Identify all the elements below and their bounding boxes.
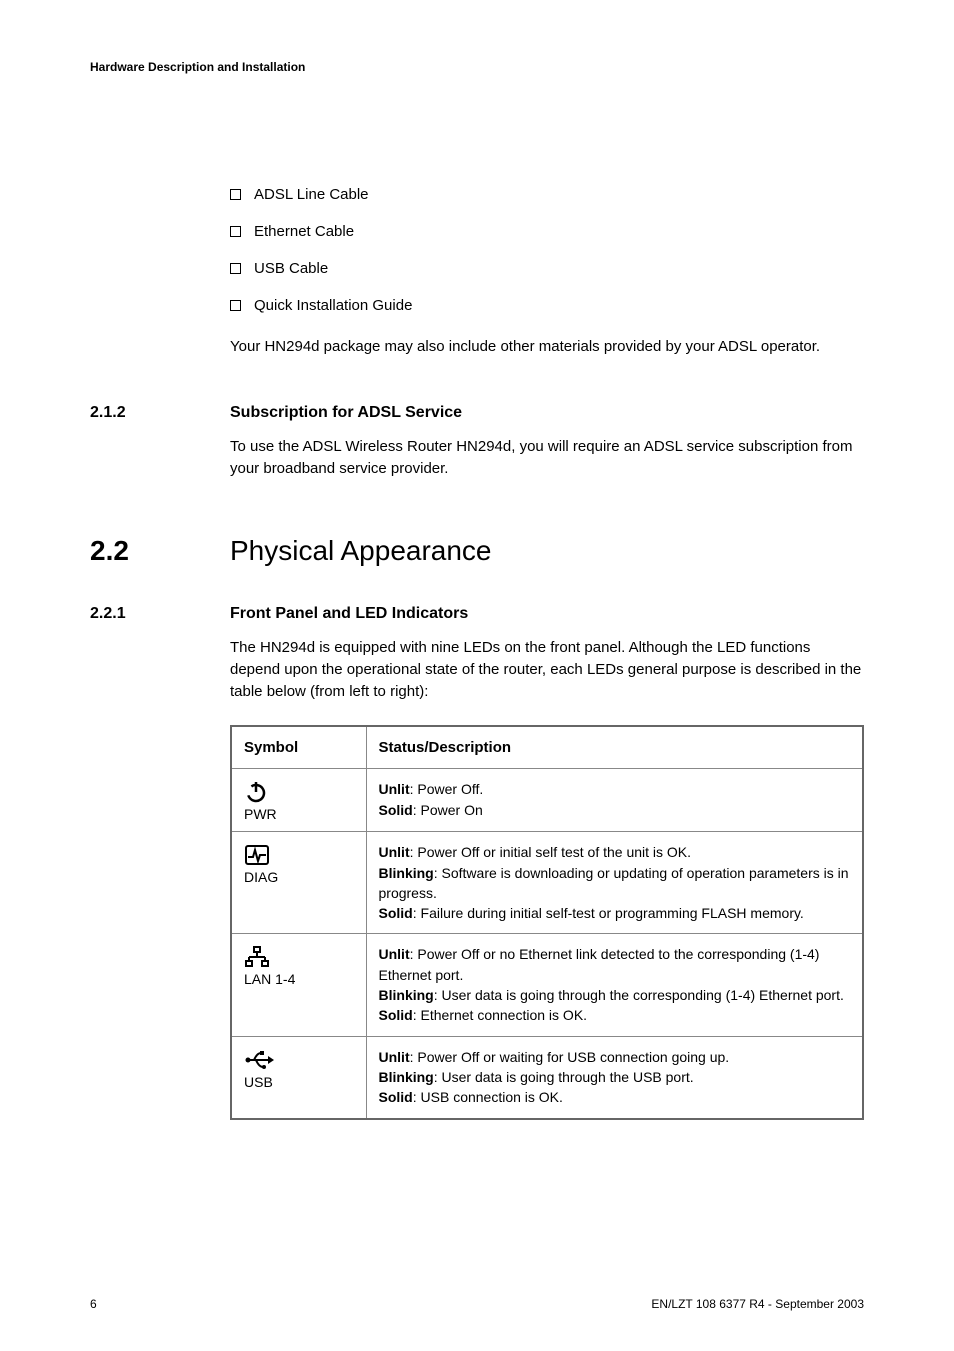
- section-number: 2.1.2: [90, 404, 230, 422]
- section-title: Subscription for ADSL Service: [230, 404, 462, 422]
- bullet-item: Quick Installation Guide: [230, 295, 864, 316]
- table-row: USB Unlit: Power Off or waiting for USB …: [231, 1036, 863, 1118]
- lan-icon: [244, 944, 270, 970]
- bullet-item: ADSL Line Cable: [230, 184, 864, 205]
- bullet-item: USB Cable: [230, 258, 864, 279]
- bullet-item: Ethernet Cable: [230, 221, 864, 242]
- bullet-block: ADSL Line Cable Ethernet Cable USB Cable…: [230, 184, 864, 358]
- section-22-heading: 2.2 Physical Appearance: [90, 535, 864, 567]
- table-row: DIAG Unlit: Power Off or initial self te…: [231, 832, 863, 934]
- page-number: 6: [90, 1297, 97, 1311]
- section-212-body: To use the ADSL Wireless Router HN294d, …: [230, 436, 864, 480]
- status-cell: Unlit: Power Off or no Ethernet link det…: [366, 934, 863, 1036]
- symbol-label: DIAG: [244, 870, 278, 884]
- section-number: 2.2: [90, 535, 230, 567]
- running-header: Hardware Description and Installation: [90, 60, 864, 74]
- intro-paragraph: Your HN294d package may also include oth…: [230, 336, 864, 358]
- led-table: Symbol Status/Description PWR Unlit: Pow…: [230, 725, 864, 1120]
- power-icon: [244, 779, 268, 805]
- section-title: Front Panel and LED Indicators: [230, 605, 468, 623]
- usb-icon: [244, 1047, 274, 1073]
- status-cell: Unlit: Power Off or initial self test of…: [366, 832, 863, 934]
- section-number: 2.2.1: [90, 605, 230, 623]
- section-title: Physical Appearance: [230, 535, 492, 567]
- status-cell: Unlit: Power Off or waiting for USB conn…: [366, 1036, 863, 1118]
- section-212-heading: 2.1.2 Subscription for ADSL Service: [90, 404, 864, 422]
- symbol-label: LAN 1-4: [244, 972, 295, 986]
- table-row: LAN 1-4 Unlit: Power Off or no Ethernet …: [231, 934, 863, 1036]
- diag-icon: [244, 842, 270, 868]
- section-221-heading: 2.2.1 Front Panel and LED Indicators: [90, 605, 864, 623]
- status-cell: Unlit: Power Off. Solid: Power On: [366, 769, 863, 832]
- page-footer: 6 EN/LZT 108 6377 R4 - September 2003: [90, 1297, 864, 1311]
- symbol-label: USB: [244, 1075, 273, 1089]
- doc-id: EN/LZT 108 6377 R4 - September 2003: [651, 1297, 864, 1311]
- table-header-status: Status/Description: [366, 726, 863, 769]
- section-221-body: The HN294d is equipped with nine LEDs on…: [230, 637, 864, 702]
- table-row: PWR Unlit: Power Off. Solid: Power On: [231, 769, 863, 832]
- table-header-symbol: Symbol: [231, 726, 366, 769]
- symbol-label: PWR: [244, 807, 277, 821]
